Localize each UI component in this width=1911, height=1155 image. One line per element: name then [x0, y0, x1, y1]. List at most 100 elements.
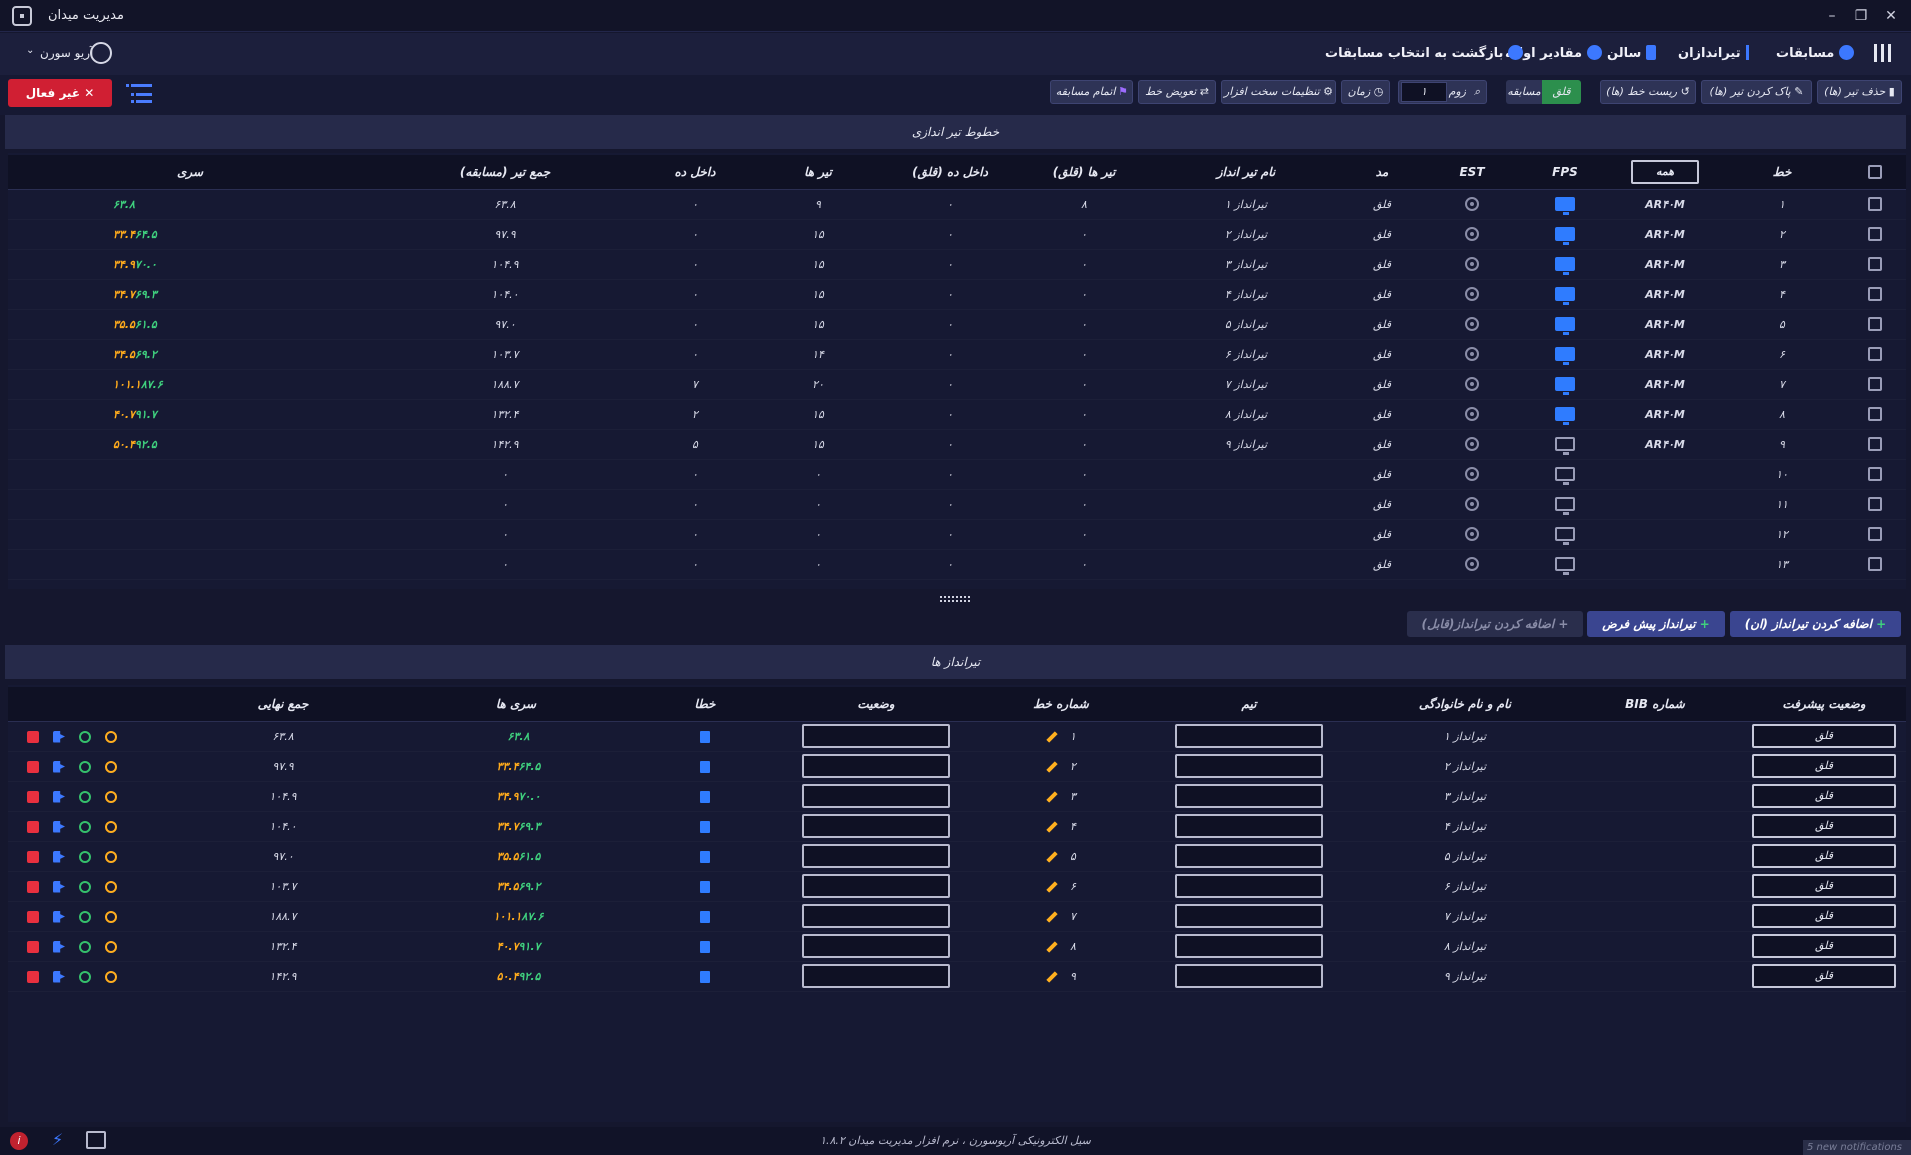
monitor-icon[interactable]	[1555, 227, 1575, 245]
line-row[interactable]: ۲ AR۴۰M قلق تیرانداز ۲ ۰ ۰ ۱۵ ۰ ۹۷.۹ ۳۳.۴۶۴.۵	[8, 219, 1906, 250]
check-icon[interactable]	[79, 970, 91, 983]
row-checkbox[interactable]	[1868, 257, 1882, 271]
trash-icon[interactable]	[27, 910, 39, 923]
mode-practice-toggle[interactable]: قلق	[1542, 80, 1581, 104]
progress-select[interactable]: قلق	[1752, 754, 1896, 778]
row-checkbox[interactable]	[1868, 557, 1882, 571]
row-checkbox-cell[interactable]	[1844, 399, 1906, 430]
progress-select[interactable]: قلق	[1752, 964, 1896, 988]
row-checkbox-cell[interactable]	[1844, 369, 1906, 400]
monitor-icon[interactable]	[1555, 407, 1575, 425]
hardware-settings-button[interactable]: ⚙ تنظیمات سخت افزار	[1221, 80, 1336, 104]
team-input[interactable]	[1175, 904, 1323, 928]
document-icon[interactable]	[700, 940, 710, 953]
network-icon[interactable]	[86, 1131, 106, 1149]
row-checkbox-cell[interactable]	[1844, 489, 1906, 520]
shooter-row[interactable]: قلق تیرانداز ۴ ۴ ۳۴.۷۶۹.۳ ۱۰۴.۰	[8, 811, 1906, 842]
edit-icon[interactable]	[1046, 850, 1058, 863]
check-icon[interactable]	[79, 820, 91, 833]
progress-select[interactable]: قلق	[1752, 784, 1896, 808]
row-checkbox-cell[interactable]	[1844, 339, 1906, 370]
trash-icon[interactable]	[27, 790, 39, 803]
status-input[interactable]	[802, 724, 950, 748]
line-row[interactable]: ۱ AR۴۰M قلق تیرانداز ۱ ۸ ۰ ۹ ۰ ۶۳.۸ ۶۳.۸	[8, 189, 1906, 220]
line-row[interactable]: ۱۳ قلق ۰ ۰ ۰ ۰ ۰	[8, 549, 1906, 580]
panel-splitter[interactable]	[940, 596, 970, 602]
document-icon[interactable]	[700, 790, 710, 803]
shooter-row[interactable]: قلق تیرانداز ۹ ۹ ۵۰.۴۹۲.۵ ۱۴۲.۹	[8, 961, 1906, 992]
team-input[interactable]	[1175, 844, 1323, 868]
row-checkbox[interactable]	[1868, 407, 1882, 421]
row-checkbox-cell[interactable]	[1844, 429, 1906, 460]
line-row[interactable]: ۳ AR۴۰M قلق تیرانداز ۳ ۰ ۰ ۱۵ ۰ ۱۰۴.۹ ۳۴.۹۷۰.۰	[8, 249, 1906, 280]
monitor-icon[interactable]	[1555, 287, 1575, 305]
swap-icon[interactable]	[105, 760, 117, 773]
edit-icon[interactable]	[1046, 730, 1058, 743]
team-input[interactable]	[1175, 724, 1323, 748]
status-input[interactable]	[802, 904, 950, 928]
status-input[interactable]	[802, 754, 950, 778]
row-checkbox-cell[interactable]	[1844, 249, 1906, 280]
progress-select[interactable]: قلق	[1752, 934, 1896, 958]
row-checkbox-cell[interactable]	[1844, 309, 1906, 340]
default-shooter-button[interactable]: + تیرانداز پیش فرض	[1587, 611, 1725, 637]
row-checkbox-cell[interactable]	[1844, 459, 1906, 490]
nav-competitions[interactable]: مسابقات	[1776, 45, 1855, 61]
move-icon[interactable]	[53, 940, 65, 953]
end-match-button[interactable]: ⚑ اتمام مسابقه	[1050, 80, 1133, 104]
progress-select[interactable]: قلق	[1752, 844, 1896, 868]
row-checkbox[interactable]	[1868, 497, 1882, 511]
delete-shot-button[interactable]: ▮ حذف تیر (ها)	[1817, 80, 1902, 104]
menu-icon[interactable]	[1874, 44, 1892, 62]
select-all-checkbox[interactable]	[1844, 155, 1906, 190]
nav-hall[interactable]: سالن	[1607, 45, 1657, 61]
info-icon[interactable]: i	[10, 1132, 28, 1150]
row-checkbox[interactable]	[1868, 287, 1882, 301]
row-checkbox[interactable]	[1868, 227, 1882, 241]
check-icon[interactable]	[79, 790, 91, 803]
shooter-row[interactable]: قلق تیرانداز ۲ ۲ ۳۳.۴۶۴.۵ ۹۷.۹	[8, 751, 1906, 782]
restore-button[interactable]: ❐	[1851, 6, 1871, 26]
nav-shooters[interactable]: تیراندازان	[1678, 45, 1756, 61]
line-row[interactable]: ۸ AR۴۰M قلق تیرانداز ۸ ۰ ۰ ۱۵ ۲ ۱۳۲.۴ ۴۰.۷۹۱.۷	[8, 399, 1906, 430]
monitor-icon[interactable]	[1555, 257, 1575, 275]
status-input[interactable]	[802, 784, 950, 808]
monitor-icon[interactable]	[1555, 467, 1575, 485]
monitor-icon[interactable]	[1555, 527, 1575, 545]
notifications-toast[interactable]: 5 new notifications	[1803, 1140, 1911, 1155]
clear-shot-button[interactable]: ✎ پاک کردن تیر (ها)	[1701, 80, 1812, 104]
monitor-icon[interactable]	[1555, 437, 1575, 455]
progress-select[interactable]: قلق	[1752, 814, 1896, 838]
document-icon[interactable]	[700, 970, 710, 983]
swap-icon[interactable]	[105, 910, 117, 923]
row-checkbox[interactable]	[1868, 377, 1882, 391]
trash-icon[interactable]	[27, 970, 39, 983]
edit-icon[interactable]	[1046, 820, 1058, 833]
document-icon[interactable]	[700, 880, 710, 893]
team-input[interactable]	[1175, 964, 1323, 988]
progress-select[interactable]: قلق	[1752, 874, 1896, 898]
status-input[interactable]	[802, 874, 950, 898]
team-input[interactable]	[1175, 934, 1323, 958]
edit-icon[interactable]	[1046, 790, 1058, 803]
status-input[interactable]	[802, 964, 950, 988]
swap-icon[interactable]	[105, 880, 117, 893]
monitor-icon[interactable]	[1555, 557, 1575, 575]
document-icon[interactable]	[700, 850, 710, 863]
move-icon[interactable]	[53, 970, 65, 983]
shooter-row[interactable]: قلق تیرانداز ۷ ۷ ۱۰۱.۱۸۷.۶ ۱۸۸.۷	[8, 901, 1906, 932]
shooter-row[interactable]: قلق تیرانداز ۸ ۸ ۴۰.۷۹۱.۷ ۱۳۲.۴	[8, 931, 1906, 962]
edit-icon[interactable]	[1046, 940, 1058, 953]
document-icon[interactable]	[700, 820, 710, 833]
line-row[interactable]: ۶ AR۴۰M قلق تیرانداز ۶ ۰ ۰ ۱۴ ۰ ۱۰۳.۷ ۳۴.۵۶۹.۲	[8, 339, 1906, 370]
usb-icon[interactable]: ⚡	[52, 1130, 63, 1149]
minimize-button[interactable]: –	[1822, 6, 1842, 26]
trash-icon[interactable]	[27, 730, 39, 743]
swap-icon[interactable]	[105, 970, 117, 983]
swap-icon[interactable]	[105, 940, 117, 953]
row-checkbox[interactable]	[1868, 527, 1882, 541]
shooter-row[interactable]: قلق تیرانداز ۵ ۵ ۳۵.۵۶۱.۵ ۹۷.۰	[8, 841, 1906, 872]
edit-icon[interactable]	[1046, 760, 1058, 773]
row-checkbox[interactable]	[1868, 467, 1882, 481]
shooter-row[interactable]: قلق تیرانداز ۶ ۶ ۳۴.۵۶۹.۲ ۱۰۳.۷	[8, 871, 1906, 902]
